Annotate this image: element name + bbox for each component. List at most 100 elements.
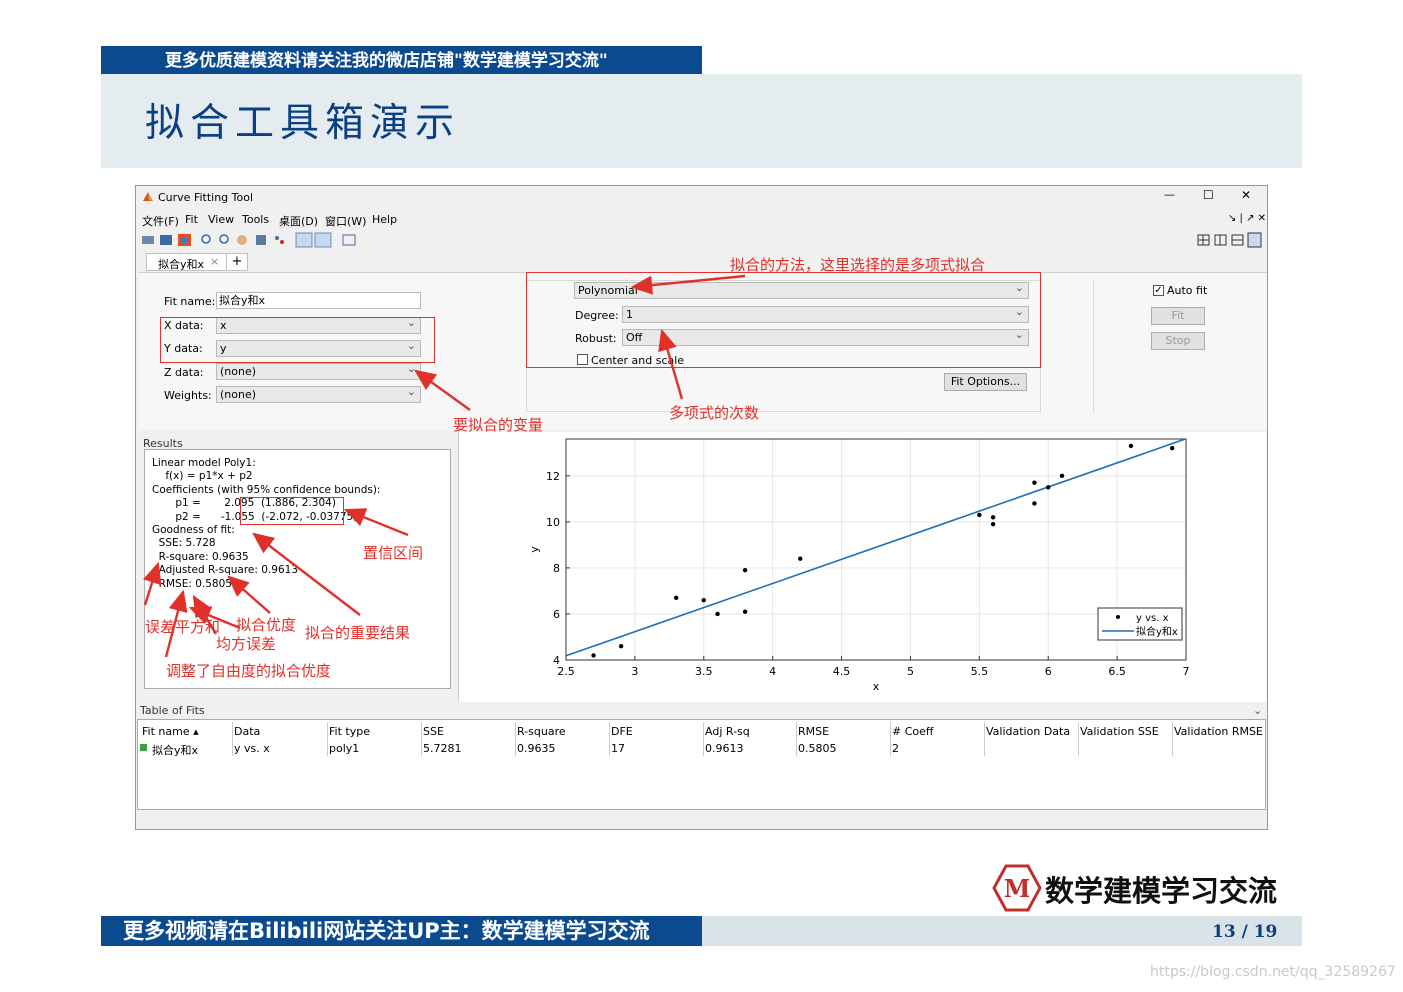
menu-file[interactable]: 文件(F)	[142, 213, 179, 229]
table-cell[interactable]: 0.9635	[517, 742, 556, 755]
x-tick-label: 4	[769, 665, 776, 678]
y-tick-label: 8	[553, 562, 560, 575]
method-highlight	[526, 272, 1041, 368]
fit-button[interactable]: Fit	[1151, 307, 1205, 325]
dock-icon[interactable]: ↘ | ↗ ✕	[1228, 213, 1266, 224]
fit-name-input[interactable]: 拟合y和x	[216, 292, 421, 309]
vars-highlight	[160, 317, 435, 363]
weights-select[interactable]: (none)	[216, 384, 421, 403]
column-header[interactable]: R-square	[517, 725, 566, 738]
column-divider	[421, 722, 422, 756]
tab-fit-label: 拟合y和x	[158, 258, 205, 271]
column-header[interactable]: Fit name ▴	[142, 725, 199, 738]
column-divider	[232, 722, 233, 756]
annotation-sse: 误差平方和	[145, 618, 221, 636]
top-banner: 更多优质建模资料请关注我的微店店铺"数学建模学习交流"	[101, 46, 702, 74]
z-data-select[interactable]: (none)	[216, 361, 421, 380]
table-header: Table of Fits	[140, 704, 205, 717]
slide-title: 拟合工具箱演示	[145, 101, 461, 146]
column-header[interactable]: DFE	[611, 725, 633, 738]
fit-name-label: Fit name:	[164, 295, 216, 308]
svg-text:M: M	[1004, 874, 1031, 903]
column-divider	[609, 722, 610, 756]
fit-options-button[interactable]: Fit Options...	[944, 373, 1027, 391]
y-tick-label: 6	[553, 608, 560, 621]
column-header[interactable]: # Coeff	[892, 725, 933, 738]
table-cell[interactable]: 0.5805	[798, 742, 837, 755]
table-cell[interactable]: 0.9613	[705, 742, 744, 755]
data-point	[1032, 501, 1037, 506]
data-point	[1059, 473, 1065, 479]
column-header[interactable]: RMSE	[798, 725, 829, 738]
results-line: Coefficients (with 95% confidence bounds…	[152, 483, 381, 496]
column-header[interactable]: Fit type	[329, 725, 370, 738]
column-header[interactable]: Validation SSE	[1080, 725, 1159, 738]
tab-close-icon[interactable]: ×	[210, 255, 219, 268]
data-point	[742, 609, 748, 614]
column-header[interactable]: Validation Data	[986, 725, 1070, 738]
x-axis-label: x	[873, 680, 880, 693]
data-point	[1128, 443, 1134, 449]
footer-banner: 更多视频请在Bilibili网站关注UP主：数学建模学习交流	[101, 916, 702, 946]
data-point	[715, 611, 720, 617]
data-point	[1046, 485, 1051, 490]
watermark: https://blog.csdn.net/qq_32589267	[1150, 964, 1396, 980]
menu-fit[interactable]: Fit	[185, 213, 198, 226]
fit-plot: 2.5 3 3.5 4 4.5 5 5.5 6 6.5 74681012xyy vs. x拟合y和…	[528, 438, 1190, 693]
table-cell[interactable]: 17	[611, 742, 625, 755]
fit-status-icon	[140, 744, 147, 751]
brand-text: 数学建模学习交流	[1045, 874, 1278, 908]
menu-view[interactable]: View	[208, 213, 234, 226]
y-tick-label: 4	[553, 654, 560, 667]
x-tick-label: 7	[1183, 665, 1190, 678]
table-cell[interactable]: 拟合y和x	[152, 742, 198, 758]
menu-desktop[interactable]: 桌面(D)	[279, 213, 318, 229]
results-line: R-square: 0.9635	[152, 550, 249, 563]
column-divider	[796, 722, 797, 756]
legend-label: 拟合y和x	[1136, 625, 1178, 638]
maximize-button[interactable]: ☐	[1203, 188, 1214, 202]
column-header[interactable]: Validation RMSE	[1174, 725, 1263, 738]
annotation-rmse: 均方误差	[216, 635, 277, 653]
minimize-button[interactable]: —	[1164, 188, 1175, 201]
y-axis-label: y	[528, 546, 541, 553]
x-tick-label: 5	[907, 665, 914, 678]
collapse-icon[interactable]: ⌄	[1253, 704, 1262, 717]
tab-add-button[interactable]: +	[226, 253, 248, 271]
page-number: 13 / 19	[1212, 922, 1278, 942]
stop-button[interactable]: Stop	[1151, 332, 1205, 350]
menu-tools[interactable]: Tools	[242, 213, 269, 226]
column-header[interactable]: Adj R-sq	[705, 725, 750, 738]
annotation-vars: 要拟合的变量	[453, 416, 544, 434]
results-line: Adjusted R-square: 0.9613	[152, 564, 299, 577]
data-point	[798, 556, 803, 561]
y-tick-label: 10	[546, 516, 560, 529]
data-point	[591, 653, 596, 658]
data-point	[1170, 446, 1175, 451]
auto-fit-checkbox[interactable]: ✓	[1153, 285, 1164, 296]
column-header[interactable]: SSE	[423, 725, 444, 738]
close-button[interactable]: ✕	[1241, 188, 1251, 202]
menu-help[interactable]: Help	[372, 213, 397, 226]
table-cell[interactable]: 5.7281	[423, 742, 462, 755]
table-cell[interactable]: 2	[892, 742, 899, 755]
y-tick-label: 12	[546, 470, 560, 483]
annotation-ci: 置信区间	[363, 544, 424, 562]
weights-label: Weights:	[164, 389, 212, 402]
matlab-logo-icon	[142, 191, 154, 203]
column-header[interactable]: Data	[234, 725, 260, 738]
annotation-method: 拟合的方法，这里选择的是多项式拟合	[730, 256, 986, 274]
data-point	[990, 515, 996, 520]
z-data-label: Z data:	[164, 366, 204, 379]
data-point	[618, 643, 624, 649]
table-cell[interactable]: y vs. x	[234, 742, 270, 755]
annotation-degree: 多项式的次数	[669, 404, 760, 422]
results-line: RMSE: 0.5805	[152, 577, 232, 590]
x-tick-label: 6.5	[1108, 665, 1126, 678]
table-cell[interactable]: poly1	[329, 742, 359, 755]
x-tick-label: 5.5	[971, 665, 989, 678]
menu-window[interactable]: 窗口(W)	[325, 213, 366, 229]
legend-marker	[1116, 615, 1120, 619]
layout-icons[interactable]	[1196, 232, 1262, 248]
data-point	[674, 595, 679, 601]
